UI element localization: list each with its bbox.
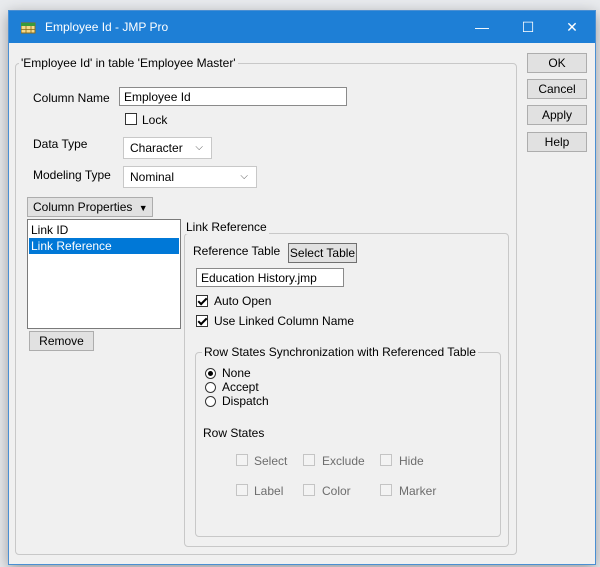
row-state-select-checkbox <box>236 454 248 466</box>
chevron-down-icon: ⌵ <box>240 171 248 182</box>
row-state-hide-checkbox <box>380 454 392 466</box>
radio-accept[interactable] <box>205 382 216 393</box>
row-state-marker-label: Marker <box>399 484 437 498</box>
radio-none[interactable] <box>205 368 216 379</box>
jmp-table-icon <box>21 22 36 34</box>
properties-list[interactable]: Link ID Link Reference <box>27 219 181 329</box>
ok-button[interactable]: OK <box>527 53 587 73</box>
radio-dispatch[interactable] <box>205 396 216 407</box>
dropdown-arrow-icon: ▼ <box>138 203 148 213</box>
data-type-label: Data Type <box>33 137 88 151</box>
row-states-sync-legend: Row States Synchronization with Referenc… <box>202 345 478 359</box>
minimize-button[interactable]: — <box>459 11 505 43</box>
use-linked-column-name-checkbox[interactable] <box>196 315 208 327</box>
row-state-color-checkbox <box>303 484 315 496</box>
column-name-label: Column Name <box>33 91 110 105</box>
radio-accept-label: Accept <box>222 380 259 394</box>
lock-checkbox[interactable] <box>125 113 137 125</box>
row-state-exclude-checkbox <box>303 454 315 466</box>
row-state-label-checkbox <box>236 484 248 496</box>
modeling-type-label: Modeling Type <box>33 168 111 182</box>
data-type-value: Character <box>130 141 183 155</box>
apply-button[interactable]: Apply <box>527 105 587 125</box>
close-button[interactable]: ✕ <box>549 11 595 43</box>
auto-open-label: Auto Open <box>214 294 272 308</box>
modeling-type-select[interactable]: Nominal ⌵ <box>123 166 257 188</box>
remove-button[interactable]: Remove <box>29 331 94 351</box>
row-state-marker-checkbox <box>380 484 392 496</box>
list-item-link-reference[interactable]: Link Reference <box>29 238 179 254</box>
reference-table-label: Reference Table <box>193 244 281 258</box>
link-reference-legend: Link Reference <box>184 220 269 234</box>
row-state-hide-label: Hide <box>399 454 424 468</box>
list-item-link-id[interactable]: Link ID <box>29 222 179 238</box>
row-states-label: Row States <box>203 426 265 440</box>
column-name-input[interactable] <box>119 87 347 106</box>
select-table-button[interactable]: Select Table <box>288 243 357 263</box>
row-state-exclude-label: Exclude <box>322 454 365 468</box>
radio-dispatch-label: Dispatch <box>222 394 269 408</box>
help-button[interactable]: Help <box>527 132 587 152</box>
data-type-select[interactable]: Character ⌵ <box>123 137 212 159</box>
row-state-color-label: Color <box>322 484 351 498</box>
cancel-button[interactable]: Cancel <box>527 79 587 99</box>
column-properties-button[interactable]: Column Properties ▼ <box>27 197 153 217</box>
dialog-window: Employee Id - JMP Pro — ☐ ✕ 'Employee Id… <box>8 10 596 565</box>
auto-open-checkbox[interactable] <box>196 295 208 307</box>
chevron-down-icon: ⌵ <box>195 142 203 153</box>
use-linked-column-name-label: Use Linked Column Name <box>214 314 355 328</box>
maximize-button[interactable]: ☐ <box>505 11 551 43</box>
main-group-legend: 'Employee Id' in table 'Employee Master' <box>19 56 238 70</box>
radio-none-label: None <box>222 366 251 380</box>
column-properties-label: Column Properties <box>33 200 133 214</box>
row-state-select-label: Select <box>254 454 288 468</box>
lock-label: Lock <box>142 113 168 127</box>
title-bar[interactable]: Employee Id - JMP Pro — ☐ ✕ <box>9 11 595 43</box>
modeling-type-value: Nominal <box>130 170 175 184</box>
reference-table-path[interactable] <box>196 268 344 287</box>
window-title: Employee Id - JMP Pro <box>45 20 169 34</box>
row-state-label-label: Label <box>254 484 284 498</box>
